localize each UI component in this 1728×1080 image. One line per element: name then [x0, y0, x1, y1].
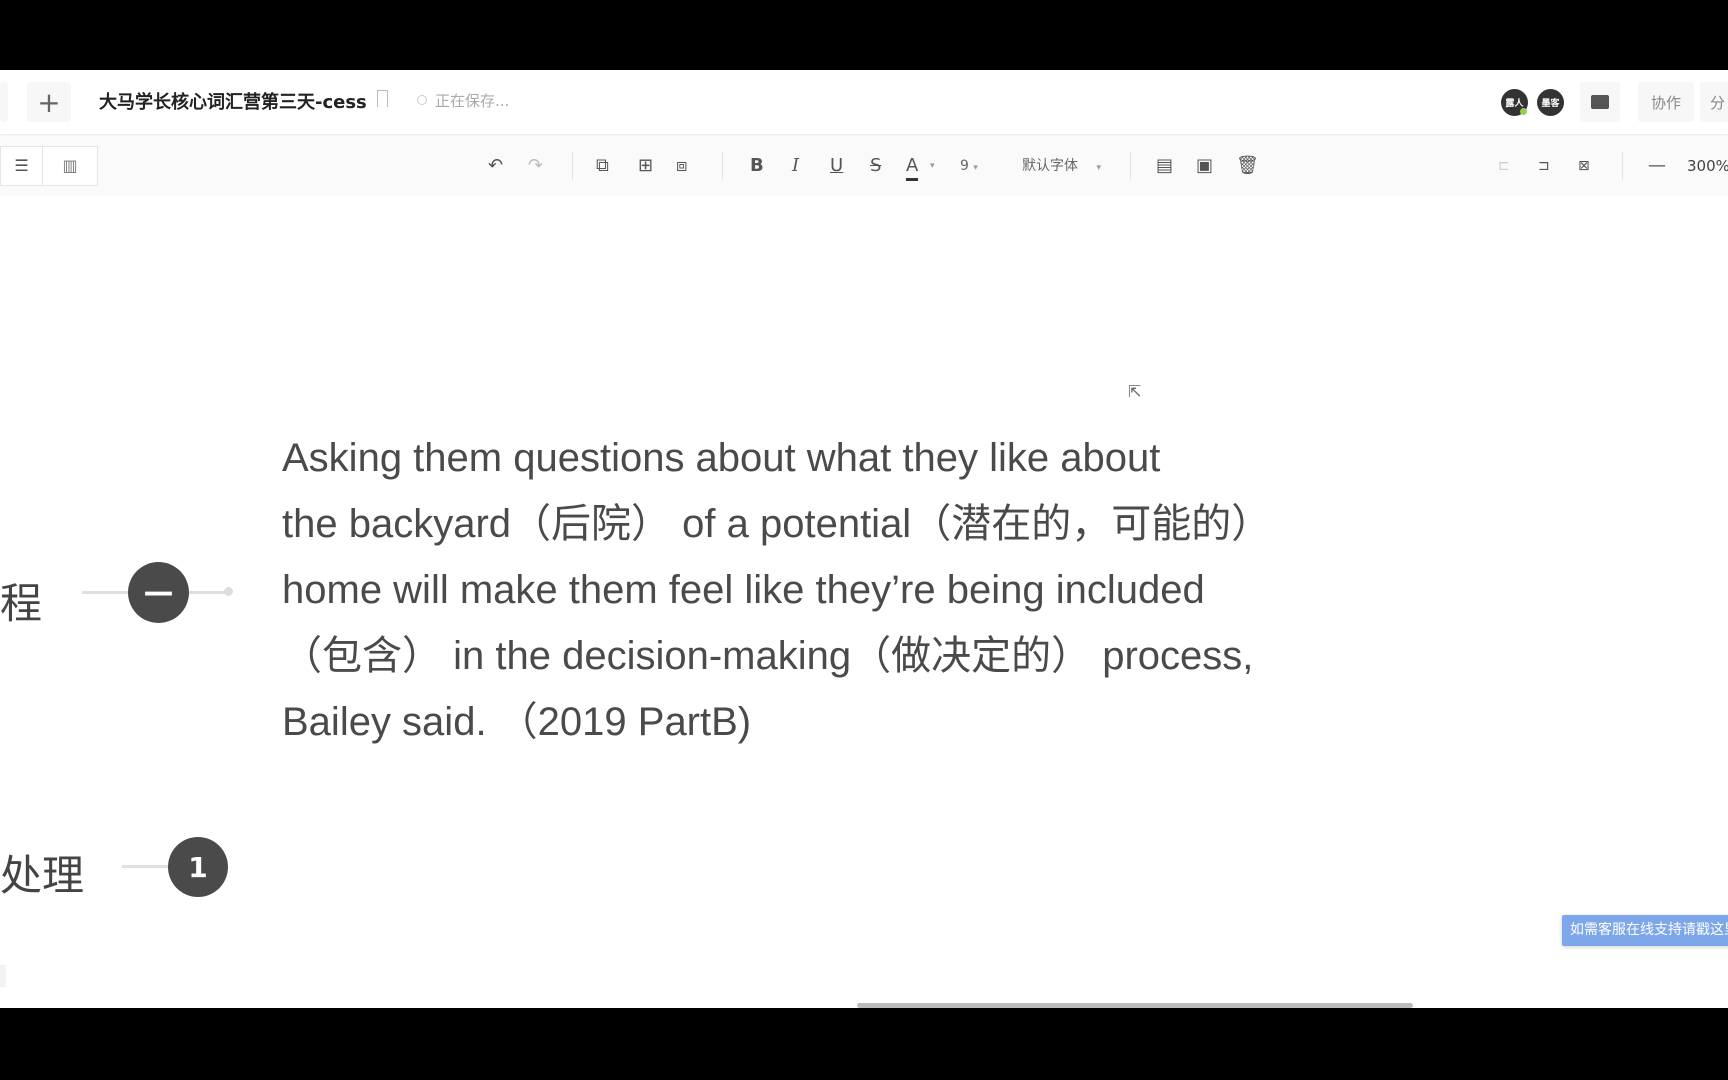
add-child-node-icon[interactable]: ⧉ — [596, 154, 609, 178]
avatar[interactable]: 墨客 — [1537, 89, 1564, 116]
text-color-icon[interactable]: A — [906, 154, 919, 181]
content-line: the backyard（后院） of a potential（潜在的，可能的） — [282, 502, 1272, 546]
child-count: 1 — [188, 850, 208, 884]
font-family-select[interactable]: 默认字体 ▾ — [1022, 154, 1101, 180]
connector-dot — [224, 587, 233, 596]
view-switch: ☰ ▥ — [0, 146, 98, 186]
divider — [722, 152, 723, 180]
expand-node-button[interactable]: 1 — [168, 837, 228, 897]
undo-icon[interactable]: ↶ — [488, 154, 503, 178]
insert-note-icon[interactable]: ▤ — [1156, 154, 1173, 178]
align-left-icon[interactable]: ⊏ — [1498, 154, 1510, 178]
mouse-cursor-icon: ⇱ — [1128, 382, 1142, 401]
avatar-name: 露人 — [1505, 99, 1524, 109]
zoom-level[interactable]: 300% — [1687, 154, 1728, 178]
node-label[interactable]: 程 — [0, 570, 42, 631]
strikethrough-icon[interactable]: S — [870, 154, 881, 178]
share-button[interactable]: 分 — [1700, 82, 1728, 122]
add-sibling-node-icon[interactable]: ⊞ — [638, 154, 653, 178]
font-size-select[interactable]: 9 ▾ — [960, 154, 978, 180]
redo-icon[interactable]: ↷ — [528, 154, 543, 178]
avatar-name: 墨客 — [1541, 99, 1560, 109]
toolbar: ☰ ▥ ↶ ↷ ⧉ ⊞ ⧈ B I U S A ▾ 9 ▾ 默认字体 ▾ ▤ ▣… — [0, 136, 1728, 196]
connector-line — [122, 865, 170, 868]
align-center-icon[interactable]: ⊐ — [1538, 154, 1550, 178]
italic-icon[interactable]: I — [792, 154, 799, 178]
online-indicator — [1520, 108, 1527, 115]
mindmap-app: + 大马学长核心词汇营第三天-cess 正在保存... 露人 墨客 协作 分 ☰… — [0, 70, 1728, 1008]
sidebar-view-icon[interactable]: ▥ — [43, 147, 97, 185]
divider — [1130, 152, 1131, 180]
document-title[interactable]: 大马学长核心词汇营第三天-cess — [99, 88, 367, 114]
font-family-value: 默认字体 — [1022, 158, 1078, 174]
minus-icon: — — [143, 575, 174, 610]
horizontal-scrollbar[interactable] — [857, 1003, 1413, 1008]
zoom-out-icon[interactable]: — — [1648, 154, 1666, 178]
bookmark-icon[interactable] — [377, 90, 388, 107]
chevron-down-icon: ▾ — [1096, 163, 1101, 173]
saving-spinner-icon — [417, 95, 427, 105]
fit-icon[interactable]: ⊠ — [1578, 154, 1590, 178]
content-line: Bailey said. （2019 PartB) — [282, 700, 752, 744]
prev-tab-button[interactable] — [0, 82, 8, 122]
chevron-down-icon: ▾ — [973, 163, 978, 173]
plus-icon[interactable]: + — [27, 82, 71, 122]
save-status: 正在保存... — [435, 92, 510, 110]
underline-icon[interactable]: U — [830, 154, 843, 178]
chevron-down-icon[interactable]: ▾ — [930, 154, 935, 178]
content-line: （包含） in the decision-making（做决定的） proces… — [282, 634, 1254, 678]
delete-icon[interactable]: 🗑 — [1236, 154, 1259, 178]
comment-button[interactable] — [1580, 82, 1620, 122]
divider — [1622, 152, 1623, 180]
bold-icon[interactable]: B — [750, 154, 764, 178]
connector-line — [82, 591, 132, 594]
support-banner[interactable]: 如需客服在线支持请戳这里 — [1562, 915, 1728, 946]
content-line: Asking them questions about what they li… — [282, 436, 1161, 480]
node-content[interactable]: Asking them questions about what they li… — [282, 425, 1271, 755]
outline-view-icon[interactable]: ☰ — [1, 147, 43, 185]
comment-icon — [1591, 95, 1609, 109]
font-size-value: 9 — [960, 158, 969, 174]
header: + 大马学长核心词汇营第三天-cess 正在保存... 露人 墨客 协作 分 — [0, 70, 1728, 135]
node-label[interactable]: 处理 — [0, 842, 84, 903]
divider — [572, 152, 573, 180]
add-parent-node-icon[interactable]: ⧈ — [676, 154, 687, 178]
insert-image-icon[interactable]: ▣ — [1196, 154, 1213, 178]
content-line: home will make them feel like they’re be… — [282, 568, 1205, 612]
collapse-node-button[interactable]: — — [128, 562, 189, 623]
collaborate-button[interactable]: 协作 — [1638, 82, 1694, 122]
side-handle[interactable] — [0, 965, 6, 987]
